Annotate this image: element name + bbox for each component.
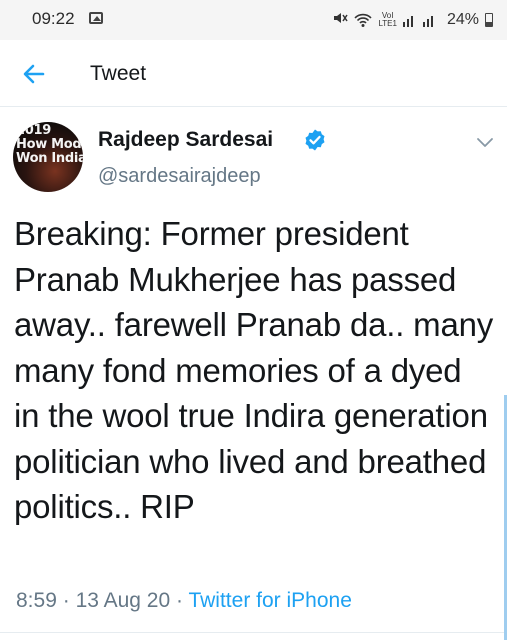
status-time: 09:22 [32, 9, 75, 28]
avatar-text: 2019 How Modi Won India [16, 123, 83, 166]
meta-separator: · [176, 589, 183, 612]
wifi-icon [354, 12, 373, 28]
back-button[interactable] [18, 58, 50, 90]
gallery-notification-icon [89, 12, 103, 24]
verified-badge-icon [305, 129, 325, 151]
tweet-text: Breaking: Former president Pranab Mukher… [14, 215, 494, 525]
display-name[interactable]: Rajdeep Sardesai [98, 128, 273, 152]
app-bar: Tweet [0, 40, 507, 107]
divider [0, 632, 507, 633]
page-title: Tweet [90, 62, 147, 85]
meta-separator: · [62, 589, 70, 612]
tweet-date: 13 Aug 20 [75, 589, 171, 612]
chevron-down-icon[interactable] [474, 134, 496, 150]
battery-icon [485, 13, 493, 27]
tweet-meta: 8:59 · 13 Aug 20 · Twitter for iPhone [16, 589, 352, 613]
arrow-left-icon [23, 64, 45, 84]
lte-label: VoI LTE1 [378, 11, 397, 28]
status-bar: 09:22 VoI LTE1 24% [0, 0, 507, 40]
avatar[interactable]: 2019 How Modi Won India [13, 122, 83, 192]
signal-icon [402, 13, 439, 27]
tweet-time: 8:59 [16, 589, 57, 612]
mute-icon [332, 10, 349, 30]
user-handle[interactable]: @sardesairajdeep [98, 165, 261, 188]
tweet-source-link[interactable]: Twitter for iPhone [188, 589, 351, 612]
status-icons: VoI LTE1 24% [332, 8, 493, 32]
battery-percent: 24% [446, 11, 479, 28]
